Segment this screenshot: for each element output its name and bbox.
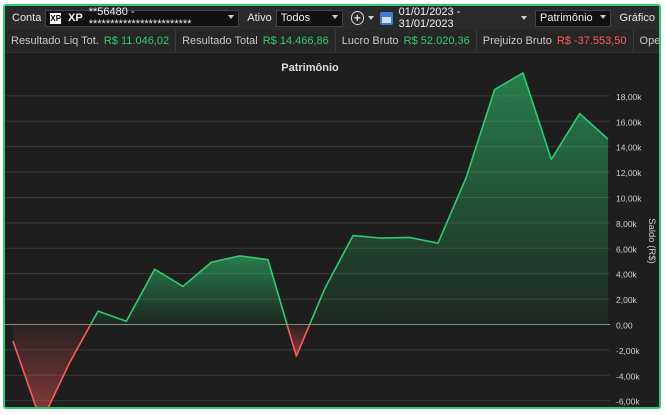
positive-area: [309, 73, 608, 325]
chevron-down-icon: [599, 14, 606, 19]
y-tick-label: 14,00k: [616, 143, 642, 153]
y-tick-label: 10,00k: [616, 193, 642, 203]
chart-canvas: -6,00k -4,00k -2,00k 0,00 2,00k 4,00k 6,00k 8,0…: [5, 72, 657, 407]
stat-label: Operações: [639, 35, 661, 47]
grafico-button[interactable]: Gráfico: [620, 12, 655, 24]
y-tick-label: 12,00k: [616, 168, 642, 178]
y-tick-label: 8,00k: [616, 219, 638, 229]
conta-label: Conta: [12, 12, 42, 24]
view-select[interactable]: Patrimônio: [535, 9, 611, 27]
y-tick-label: -6,00k: [616, 397, 640, 407]
app-window: Conta XP XP **56480 - ******************…: [3, 4, 661, 409]
stat-item: Prejuizo Bruto R$ -37.553,50: [477, 30, 634, 52]
account-number: **56480 - ************************: [88, 6, 192, 30]
patrimonio-chart: Patrimônio -6,00k -4,00k -2,00k 0,00 2,00k 4,…: [5, 53, 659, 407]
date-range[interactable]: 01/01/2023 - 31/01/2023: [399, 6, 514, 30]
stat-item: Lucro Bruto R$ 52.020,36: [336, 30, 477, 52]
stat-value: R$ 14.466,86: [262, 35, 329, 47]
chevron-down-icon[interactable]: [368, 16, 375, 20]
y-tick-label: 4,00k: [616, 270, 638, 280]
add-circle-icon[interactable]: +: [350, 11, 365, 25]
y-tick-label: 18,00k: [616, 92, 642, 102]
account-select[interactable]: XP XP **56480 - ************************: [45, 6, 240, 30]
stat-value: R$ 11.046,02: [103, 35, 170, 47]
ativo-select[interactable]: Todos: [275, 9, 343, 27]
chevron-down-icon: [331, 14, 338, 19]
stat-value: R$ 52.020,36: [403, 35, 470, 47]
toolbar: Conta XP XP **56480 - ******************…: [5, 6, 659, 31]
y-tick-label: 16,00k: [616, 117, 642, 127]
chevron-down-icon[interactable]: [521, 16, 528, 20]
stat-value: R$ -37.553,50: [556, 35, 627, 47]
chevron-down-icon: [228, 14, 235, 19]
broker-logo-icon: XP: [50, 12, 62, 24]
stats-bar: Resultado Liq Tot. R$ 11.046,02 Resultado …: [5, 30, 659, 53]
stat-item: Resultado Liq Tot. R$ 11.046,02: [5, 30, 177, 52]
stat-label: Lucro Bruto: [341, 35, 399, 47]
stat-item: Operações102: [634, 30, 661, 52]
negative-area: [13, 324, 91, 407]
stat-item: Resultado Total R$ 14.466,86: [176, 30, 336, 52]
stat-label: Resultado Total: [182, 35, 258, 47]
view-value: Patrimônio: [540, 12, 593, 24]
y-tick-label: -2,00k: [616, 346, 640, 356]
ativo-value: Todos: [280, 12, 311, 24]
calendar-icon[interactable]: [380, 11, 393, 25]
stat-label: Resultado Liq Tot.: [11, 35, 99, 47]
y-tick-label: 2,00k: [616, 295, 638, 305]
ativo-label: Ativo: [247, 12, 272, 24]
stat-label: Prejuizo Bruto: [482, 35, 552, 47]
y-tick-label: -4,00k: [616, 371, 640, 381]
y-axis-label: Saldo (R$): [646, 218, 657, 263]
account-broker: XP: [68, 12, 83, 24]
positive-area: [90, 255, 288, 325]
y-tick-label: 0,00: [616, 320, 633, 330]
y-tick-label: 6,00k: [616, 244, 638, 254]
